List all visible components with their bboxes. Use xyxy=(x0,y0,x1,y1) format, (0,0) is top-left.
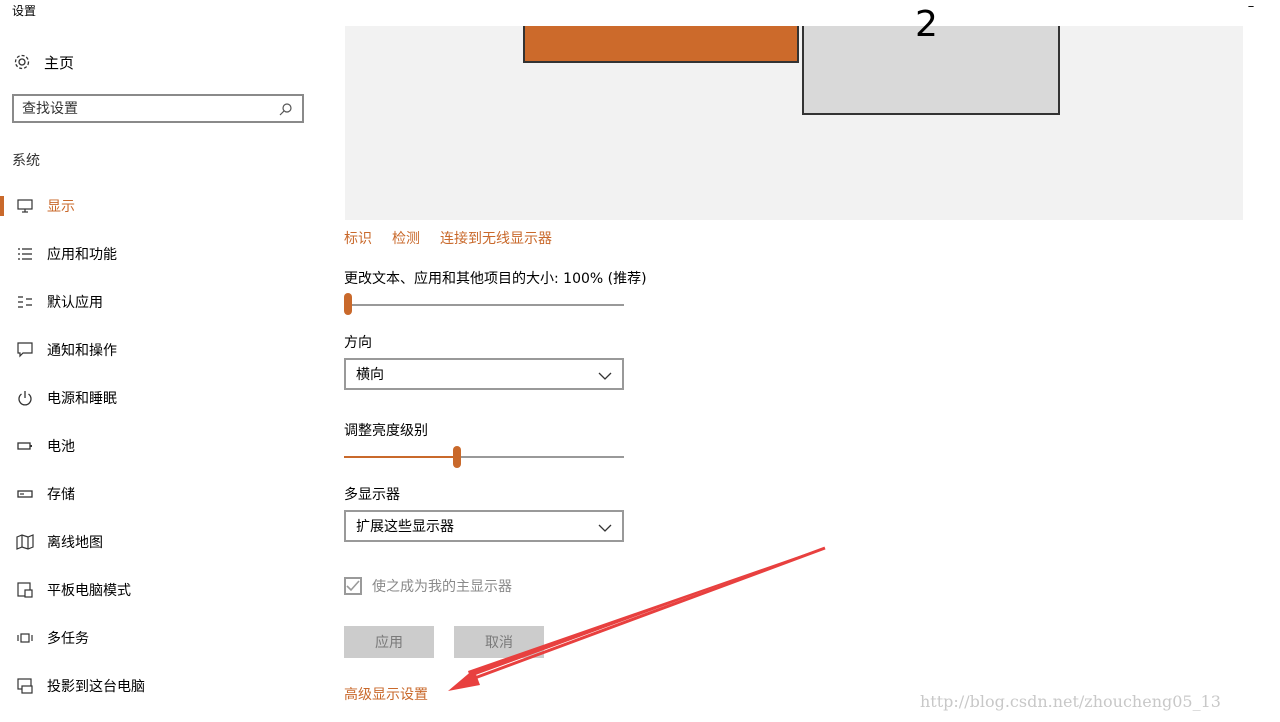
gear-icon xyxy=(12,52,32,72)
list-icon xyxy=(15,244,35,264)
brightness-slider-thumb[interactable] xyxy=(453,446,461,468)
sidebar-item-default-apps[interactable]: 默认应用 xyxy=(0,287,320,317)
sidebar-home-label: 主页 xyxy=(44,53,75,72)
brightness-label: 调整亮度级别 xyxy=(344,423,428,439)
search-box[interactable] xyxy=(12,94,304,123)
sidebar-item-display[interactable]: 显示 xyxy=(0,191,320,221)
scale-slider-thumb[interactable] xyxy=(344,293,352,315)
sidebar-item-label: 存储 xyxy=(47,487,75,503)
sidebar-item-storage[interactable]: 存储 xyxy=(0,479,320,509)
multi-display-select[interactable]: 扩展这些显示器 xyxy=(344,510,624,542)
advanced-display-settings-link[interactable]: 高级显示设置 xyxy=(344,684,428,704)
default-apps-icon xyxy=(15,292,35,312)
sidebar-item-apps[interactable]: 应用和功能 xyxy=(0,239,320,269)
sidebar-item-label: 离线地图 xyxy=(47,535,103,551)
orientation-select[interactable]: 横向 xyxy=(344,358,624,390)
project-icon xyxy=(15,676,35,696)
detect-link[interactable]: 检测 xyxy=(392,228,420,248)
orientation-label: 方向 xyxy=(344,335,372,351)
sidebar-item-project[interactable]: 投影到这台电脑 xyxy=(0,671,320,701)
scale-slider-track[interactable] xyxy=(344,304,624,306)
sidebar-item-offline-maps[interactable]: 离线地图 xyxy=(0,527,320,557)
sidebar-item-label: 通知和操作 xyxy=(47,343,117,359)
display-links: 标识 检测 连接到无线显示器 xyxy=(344,228,552,248)
window-title: 设置 xyxy=(12,4,37,18)
sidebar-item-label: 电源和睡眠 xyxy=(47,391,117,407)
search-icon[interactable] xyxy=(276,99,296,119)
tablet-mode-icon xyxy=(15,580,35,600)
orientation-value: 横向 xyxy=(356,367,384,383)
multi-display-label: 多显示器 xyxy=(344,487,400,503)
sidebar-item-multitasking[interactable]: 多任务 xyxy=(0,623,320,653)
sidebar-item-label: 电池 xyxy=(47,439,75,455)
sidebar-item-battery[interactable]: 电池 xyxy=(0,431,320,461)
scale-label: 更改文本、应用和其他项目的大小: 100% (推荐) xyxy=(344,271,647,287)
sidebar-item-label: 应用和功能 xyxy=(47,247,117,263)
monitor-1-tile[interactable] xyxy=(523,26,799,63)
sidebar-item-label: 平板电脑模式 xyxy=(47,583,131,599)
sidebar-item-power[interactable]: 电源和睡眠 xyxy=(0,383,320,413)
sidebar-item-label: 默认应用 xyxy=(47,295,103,311)
sidebar-item-tablet-mode[interactable]: 平板电脑模式 xyxy=(0,575,320,605)
storage-icon xyxy=(15,484,35,504)
wireless-display-link[interactable]: 连接到无线显示器 xyxy=(440,228,552,248)
main-display-checkbox[interactable] xyxy=(344,577,362,595)
sidebar-item-label: 多任务 xyxy=(47,631,89,647)
sidebar-item-label: 投影到这台电脑 xyxy=(47,679,145,695)
chevron-down-icon xyxy=(598,365,612,384)
watermark-text: http://blog.csdn.net/zhoucheng05_13 xyxy=(920,692,1221,711)
map-icon xyxy=(15,532,35,552)
message-icon xyxy=(15,340,35,360)
power-icon xyxy=(15,388,35,408)
minimize-button[interactable]: – xyxy=(1244,0,1258,14)
multitask-icon xyxy=(15,628,35,648)
sidebar-item-notifications[interactable]: 通知和操作 xyxy=(0,335,320,365)
monitor-2-number: 2 xyxy=(915,4,938,45)
brightness-slider-fill xyxy=(344,456,456,458)
sidebar-item-label: 显示 xyxy=(47,199,75,215)
section-label: 系统 xyxy=(12,153,40,169)
monitor-icon xyxy=(15,196,35,216)
chevron-down-icon xyxy=(598,517,612,536)
multi-display-value: 扩展这些显示器 xyxy=(356,519,454,535)
search-input[interactable] xyxy=(14,96,276,121)
apply-button[interactable]: 应用 xyxy=(344,626,434,658)
battery-icon xyxy=(15,436,35,456)
annotation-arrow xyxy=(448,546,826,691)
sidebar-home[interactable]: 主页 xyxy=(12,50,74,74)
identify-link[interactable]: 标识 xyxy=(344,228,372,248)
